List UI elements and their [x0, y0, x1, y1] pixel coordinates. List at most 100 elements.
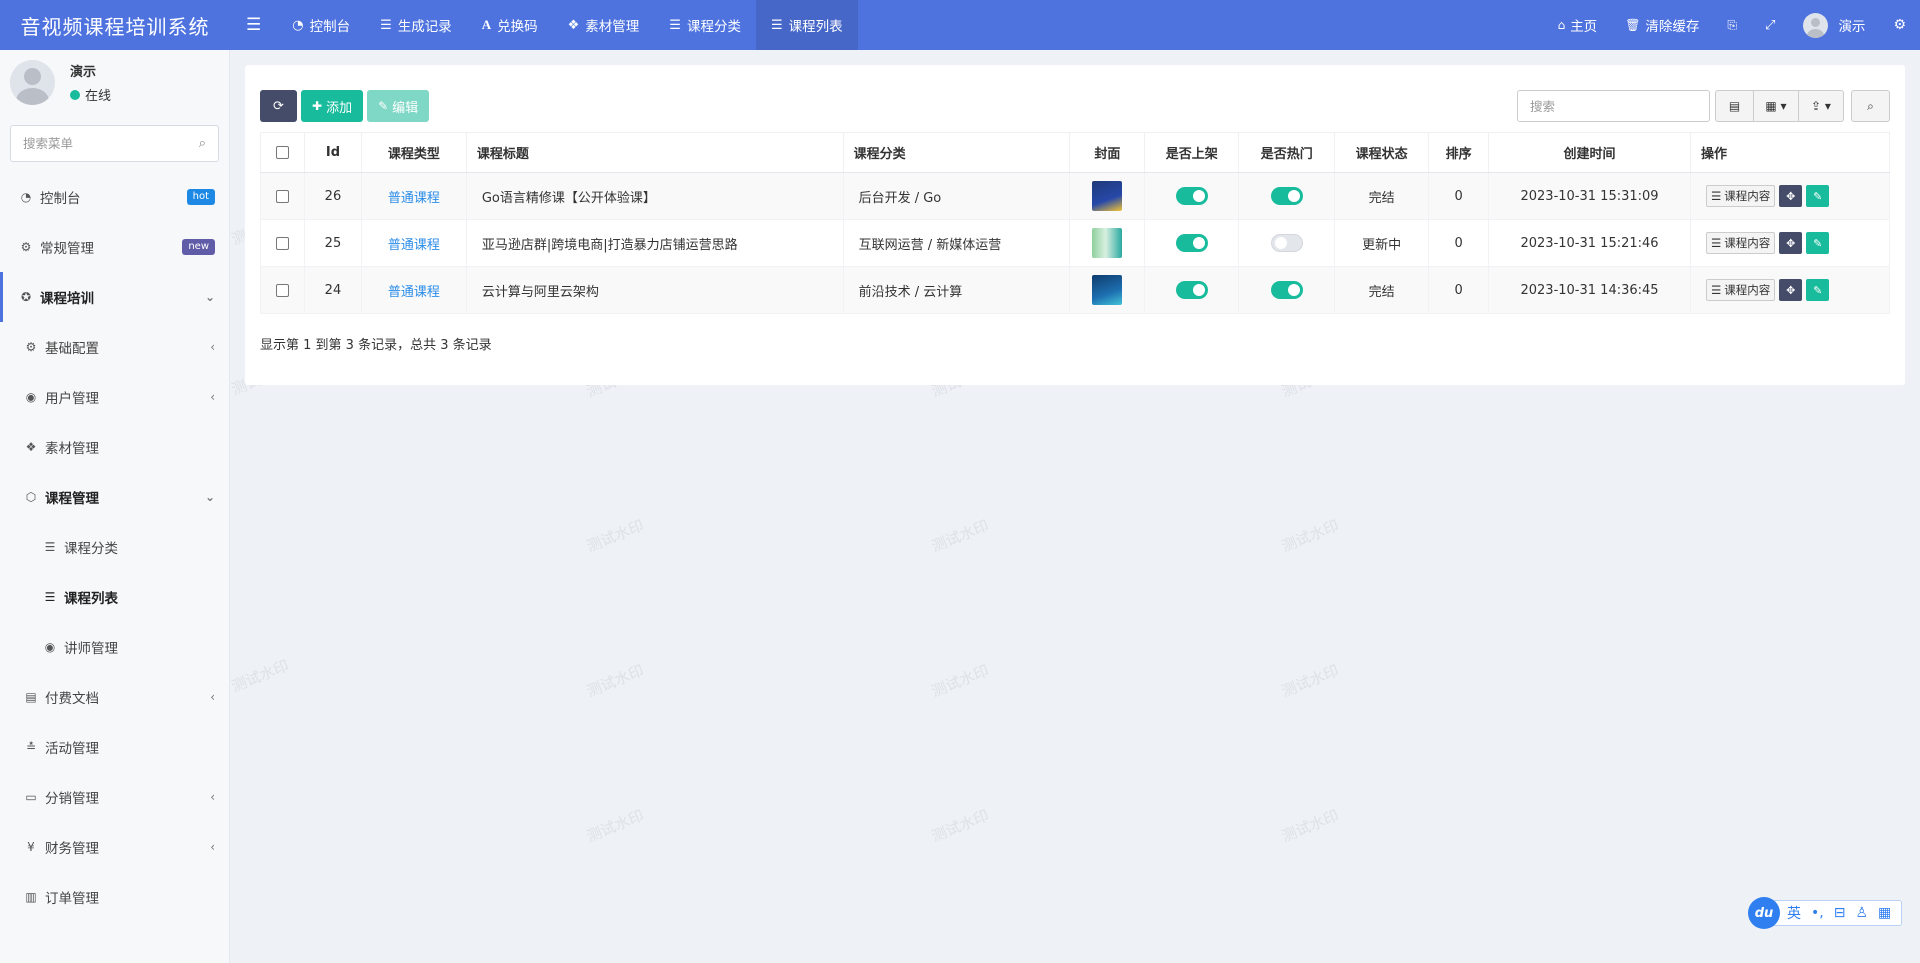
sidebar-item-material[interactable]: ❖ 素材管理 [0, 422, 229, 472]
course-content-button[interactable]: ☰ 课程内容 [1705, 279, 1776, 301]
topnav-material[interactable]: ❖ 素材管理 [553, 0, 655, 50]
sidebar-item-activity[interactable]: ≛ 活动管理 [0, 722, 229, 772]
sidebar-item-dashboard[interactable]: ◔ 控制台 hot [0, 172, 229, 222]
drag-sort-button[interactable]: ✥ [1779, 185, 1803, 207]
app-title[interactable]: 音视频课程培训系统 [0, 0, 230, 50]
ime-logo-icon[interactable]: du [1748, 897, 1780, 929]
watermark: 测试水印 [1279, 806, 1342, 846]
sidebar-item-orders[interactable]: ▥ 订单管理 [0, 872, 229, 922]
search-icon[interactable]: ⌕ [199, 136, 206, 151]
cover-thumbnail[interactable] [1092, 181, 1123, 211]
course-type-link[interactable]: 普通课程 [388, 285, 440, 300]
add-button[interactable]: ✚ 添加 [301, 90, 364, 122]
select-all-checkbox[interactable] [275, 146, 289, 159]
row-edit-button[interactable]: ✎ [1806, 185, 1830, 207]
user-icon[interactable]: ♙ [1855, 905, 1868, 921]
col-sort: 排序 [1428, 132, 1490, 173]
toggle-view-button[interactable]: ▤ [1715, 90, 1754, 122]
hot-badge: hot [186, 189, 215, 205]
hot-toggle[interactable] [1270, 234, 1303, 252]
fullscreen-button[interactable]: ⤢ [1751, 0, 1789, 50]
col-created: 创建时间 [1488, 132, 1691, 173]
topnav-records[interactable]: ☰ 生成记录 [365, 0, 467, 50]
sidebar-item-basic-config[interactable]: ⚙ 基础配置 ‹ [0, 322, 229, 372]
table-search-input[interactable] [1517, 90, 1710, 122]
table-tools: ▤ ▦ ▾ ⇪ ▾ ⌕ [1517, 90, 1890, 122]
sidebar-item-course-management[interactable]: ⬡ 课程管理 ⌄ [0, 472, 229, 522]
row-checkbox[interactable] [275, 236, 289, 250]
on-shelf-toggle[interactable] [1175, 187, 1208, 205]
refresh-icon: ⟳ [273, 98, 284, 114]
export-icon: ⇪ ▾ [1811, 99, 1831, 113]
row-edit-button[interactable]: ✎ [1806, 232, 1830, 254]
row-checkbox[interactable] [275, 283, 289, 297]
course-type-link[interactable]: 普通课程 [388, 238, 440, 253]
table-row[interactable]: 24 普通课程 云计算与阿里云架构 前沿技术 / 云计算 完结 0 2023-1… [260, 266, 1891, 314]
top-nav: ☰ ◔ 控制台 ☰ 生成记录 A 兑换码 ❖ 素材管理 ☰ 课程分类 ☰ 课程列表 [230, 0, 858, 50]
on-shelf-toggle[interactable] [1175, 234, 1208, 252]
columns-button[interactable]: ▦ ▾ [1754, 90, 1799, 122]
drag-sort-button[interactable]: ✥ [1779, 279, 1803, 301]
clear-cache-button[interactable]: 🗑 清除缓存 [1611, 0, 1713, 50]
list-icon: ☰ [380, 17, 392, 33]
col-id[interactable]: Id [303, 132, 362, 173]
cell-created: 2023-10-31 14:36:45 [1488, 266, 1691, 314]
sidebar-item-user-management[interactable]: ◉ 用户管理 ‹ [0, 372, 229, 422]
topnav-course-list[interactable]: ☰ 课程列表 [755, 0, 858, 50]
sidebar-item-course-list[interactable]: ☰ 课程列表 [0, 572, 229, 622]
ime-language-toggle[interactable]: 英 [1787, 903, 1801, 923]
export-button[interactable]: ⇪ ▾ [1799, 90, 1844, 122]
col-title: 课程标题 [465, 132, 844, 173]
sidebar-item-course-category[interactable]: ☰ 课程分类 [0, 522, 229, 572]
ime-punctuation-toggle[interactable]: •, [1811, 905, 1824, 921]
topnav-dashboard[interactable]: ◔ 控制台 [277, 0, 365, 50]
chevron-left-icon: ‹ [210, 790, 215, 804]
language-button[interactable]: ⎘ [1713, 0, 1751, 50]
course-content-button[interactable]: ☰ 课程内容 [1705, 232, 1776, 254]
cell-sort: 0 [1428, 266, 1490, 314]
sidebar: 演示 在线 ⌕ ◔ 控制台 hot ⚙ 常规管理 new ✪ 课程培训 ⌄ ⚙ … [0, 50, 230, 963]
menu-search-input[interactable] [23, 136, 199, 151]
row-checkbox[interactable] [275, 189, 289, 203]
edit-button[interactable]: ✎ 编辑 [367, 90, 430, 122]
sidebar-item-paid-docs[interactable]: ▤ 付费文档 ‹ [0, 672, 229, 722]
pagination-info: 显示第 1 到第 3 条记录，总共 3 条记录 [260, 338, 492, 353]
course-type-link[interactable]: 普通课程 [388, 191, 440, 206]
row-edit-button[interactable]: ✎ [1806, 279, 1830, 301]
sidebar-item-general[interactable]: ⚙ 常规管理 new [0, 222, 229, 272]
sidebar-item-distribution[interactable]: ▭ 分销管理 ‹ [0, 772, 229, 822]
cell-hot [1238, 266, 1336, 314]
sidebar-item-course-training[interactable]: ✪ 课程培训 ⌄ [0, 272, 229, 322]
course-content-button[interactable]: ☰ 课程内容 [1705, 185, 1776, 207]
user-menu[interactable]: 演示 [1789, 0, 1879, 50]
sidebar-item-finance[interactable]: ¥ 财务管理 ‹ [0, 822, 229, 872]
on-shelf-toggle[interactable] [1175, 281, 1208, 299]
home-link[interactable]: ⌂ 主页 [1544, 0, 1612, 50]
cover-thumbnail[interactable] [1092, 228, 1123, 258]
hot-toggle[interactable] [1270, 187, 1303, 205]
table-row[interactable]: 25 普通课程 亚马逊店群|跨境电商|打造暴力店铺运营思路 互联网运营 / 新媒… [260, 219, 1891, 267]
row-select-cell [260, 219, 305, 267]
font-icon: A [481, 17, 492, 32]
list-icon: ☰ [1710, 236, 1722, 250]
cell-type: 普通课程 [360, 266, 467, 314]
topnav-category[interactable]: ☰ 课程分类 [654, 0, 756, 50]
menu-toggle-button[interactable]: ☰ [230, 0, 277, 50]
chevron-down-icon: ⌄ [204, 290, 215, 304]
grid-menu-icon[interactable]: ▦ [1878, 905, 1891, 921]
sidebar-item-lecturer[interactable]: ◉ 讲师管理 [0, 622, 229, 672]
cover-thumbnail[interactable] [1092, 275, 1123, 305]
toolbox-icon[interactable]: ⊟ [1834, 905, 1846, 921]
watermark: 测试水印 [584, 661, 647, 701]
cogs-icon: ⚙ [20, 240, 32, 254]
hot-toggle[interactable] [1270, 281, 1303, 299]
settings-button[interactable]: ⚙ [1879, 0, 1920, 50]
advanced-search-button[interactable]: ⌕ [1851, 90, 1890, 122]
gear-icon: ⚙ [25, 340, 37, 354]
refresh-button[interactable]: ⟳ [260, 90, 297, 122]
topnav-redeem[interactable]: A 兑换码 [467, 0, 553, 50]
table-row[interactable]: 26 普通课程 Go语言精修课【公开体验课】 后台开发 / Go 完结 0 20… [260, 172, 1891, 220]
arrows-icon: ✥ [1786, 236, 1796, 250]
drag-sort-button[interactable]: ✥ [1779, 232, 1803, 254]
fullscreen-icon: ⤢ [1765, 17, 1776, 33]
